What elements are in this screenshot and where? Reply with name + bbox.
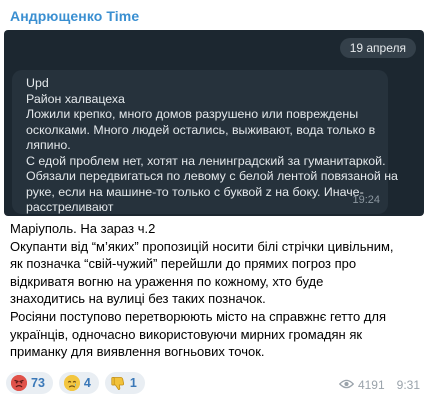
message-meta: 4191 9:31: [338, 378, 420, 392]
post-line: приманку для виявлення вогньових точок.: [10, 344, 265, 360]
media-screenshot[interactable]: 19 апреля Upd Район халвацеха Ложили кре…: [4, 30, 424, 216]
reactions-bar: 73 4 1: [6, 372, 145, 394]
reaction-count: 1: [129, 376, 137, 390]
post-line: як позначка “свій-чужий” перейшли до пря…: [10, 256, 357, 272]
reaction-count: 73: [31, 376, 45, 390]
message-line: Район халвацеха: [26, 91, 125, 106]
post-time: 9:31: [396, 378, 420, 392]
crying-face-icon: [63, 375, 80, 391]
thumbs-down-icon: [110, 375, 126, 391]
post-line: Росіяни поступово перетворюють місто на …: [10, 308, 387, 324]
angry-face-icon: [11, 375, 27, 391]
message-line: Ложили крепко, много домов разрушено или…: [26, 107, 359, 121]
post-line: українців, одночасно використовуючи мирн…: [10, 326, 363, 342]
reaction-crying-button[interactable]: 4: [58, 372, 99, 394]
reaction-count: 4: [83, 376, 91, 390]
eye-icon: [338, 378, 355, 392]
date-badge: 19 апреля: [339, 38, 416, 58]
post-text: Маріуполь. На зараз ч.2 Окупанти від “м’…: [10, 220, 422, 361]
reaction-angry-button[interactable]: 73: [6, 372, 53, 394]
message-line: осколками. Много людей остались, выживаю…: [26, 122, 376, 137]
post-line: Маріуполь. На зараз ч.2: [10, 221, 156, 236]
post-line: знаходитись на вулиці без таких позначок…: [10, 291, 266, 307]
message-line: расстреливают: [26, 200, 114, 214]
forwarded-message-bubble: Upd Район халвацеха Ложили крепко, много…: [12, 70, 398, 214]
message-line: Upd: [26, 76, 49, 90]
message-line: ляпино.: [26, 138, 71, 152]
message-line: руке, если на машине-то только с буквой …: [26, 184, 364, 199]
reaction-thumbs-down-button[interactable]: 1: [104, 372, 145, 394]
message-time: 19:24: [352, 193, 380, 206]
post-line: Окупанти від “м’яких” пропозицій носити …: [10, 238, 394, 254]
post-line: відкриватя вогню на ураження по кожному,…: [10, 273, 324, 289]
channel-title[interactable]: Андрющенко Time: [10, 8, 139, 24]
message-line: Обязали передвигаться по левому с белой …: [26, 169, 398, 183]
message-line: С едой проблем нет, хотят на ленинградск…: [26, 153, 386, 168]
views-count: 4191: [357, 378, 385, 392]
